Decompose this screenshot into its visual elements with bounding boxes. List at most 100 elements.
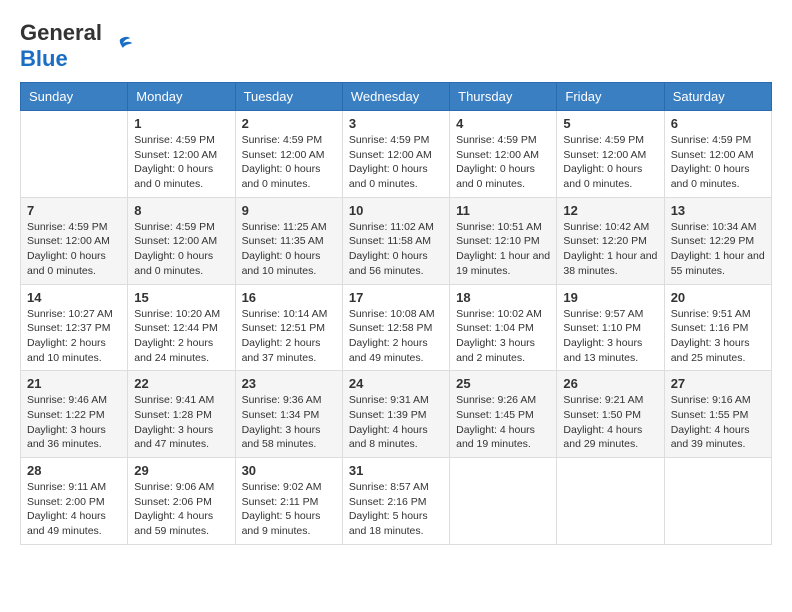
calendar-cell: 3Sunrise: 4:59 PM Sunset: 12:00 AM Dayli… bbox=[342, 111, 449, 198]
day-info: Sunrise: 10:20 AM Sunset: 12:44 PM Dayli… bbox=[134, 307, 228, 366]
calendar-cell: 11Sunrise: 10:51 AM Sunset: 12:10 PM Day… bbox=[450, 197, 557, 284]
calendar-cell: 12 Sunrise: 10:42 AM Sunset: 12:20 PM Day… bbox=[557, 197, 664, 284]
calendar-table: SundayMondayTuesdayWednesdayThursdayFrid… bbox=[20, 82, 772, 545]
calendar-cell bbox=[21, 111, 128, 198]
day-number: 1 bbox=[134, 116, 228, 131]
day-number: 23 bbox=[242, 376, 336, 391]
day-number: 4 bbox=[456, 116, 550, 131]
calendar-cell: 19 Sunrise: 9:57 AM Sunset: 1:10 PM Dayli… bbox=[557, 284, 664, 371]
day-number: 29 bbox=[134, 463, 228, 478]
calendar-cell: 23 Sunrise: 9:36 AM Sunset: 1:34 PM Dayli… bbox=[235, 371, 342, 458]
day-info: Sunrise: 11:25 AM Sunset: 11:35 AM Dayli… bbox=[242, 220, 336, 279]
day-of-week-friday: Friday bbox=[557, 83, 664, 111]
day-info: Sunrise: 9:06 AM Sunset: 2:06 PM Dayligh… bbox=[134, 480, 228, 539]
calendar-cell: 17Sunrise: 10:08 AM Sunset: 12:58 PM Day… bbox=[342, 284, 449, 371]
day-info: Sunrise: 9:41 AM Sunset: 1:28 PM Dayligh… bbox=[134, 393, 228, 452]
logo-bird-icon bbox=[106, 32, 134, 60]
day-number: 5 bbox=[563, 116, 657, 131]
calendar-cell: 24 Sunrise: 9:31 AM Sunset: 1:39 PM Dayli… bbox=[342, 371, 449, 458]
day-number: 18 bbox=[456, 290, 550, 305]
calendar-cell: 4 Sunrise: 4:59 PM Sunset: 12:00 AM Dayli… bbox=[450, 111, 557, 198]
logo-general: General bbox=[20, 20, 102, 45]
calendar-week-row: 1 Sunrise: 4:59 PM Sunset: 12:00 AM Dayli… bbox=[21, 111, 772, 198]
day-number: 25 bbox=[456, 376, 550, 391]
day-info: Sunrise: 10:02 AM Sunset: 1:04 PM Daylig… bbox=[456, 307, 550, 366]
calendar-cell: 26 Sunrise: 9:21 AM Sunset: 1:50 PM Dayli… bbox=[557, 371, 664, 458]
day-info: Sunrise: 9:36 AM Sunset: 1:34 PM Dayligh… bbox=[242, 393, 336, 452]
day-number: 26 bbox=[563, 376, 657, 391]
logo-text: General Blue bbox=[20, 20, 102, 72]
day-number: 13 bbox=[671, 203, 765, 218]
calendar-cell bbox=[557, 458, 664, 545]
day-info: Sunrise: 9:57 AM Sunset: 1:10 PM Dayligh… bbox=[563, 307, 657, 366]
day-number: 7 bbox=[27, 203, 121, 218]
calendar-cell: 30 Sunrise: 9:02 AM Sunset: 2:11 PM Dayli… bbox=[235, 458, 342, 545]
day-number: 31 bbox=[349, 463, 443, 478]
calendar-cell: 29 Sunrise: 9:06 AM Sunset: 2:06 PM Dayli… bbox=[128, 458, 235, 545]
day-number: 6 bbox=[671, 116, 765, 131]
day-info: Sunrise: 4:59 PM Sunset: 12:00 AM Daylig… bbox=[134, 133, 228, 192]
day-info: Sunrise: 4:59 PM Sunset: 12:00 AM Daylig… bbox=[134, 220, 228, 279]
calendar-cell: 31 Sunrise: 8:57 AM Sunset: 2:16 PM Dayli… bbox=[342, 458, 449, 545]
day-number: 15 bbox=[134, 290, 228, 305]
day-info: Sunrise: 10:14 AM Sunset: 12:51 PM Dayli… bbox=[242, 307, 336, 366]
day-info: Sunrise: 9:16 AM Sunset: 1:55 PM Dayligh… bbox=[671, 393, 765, 452]
calendar-cell: 14 Sunrise: 10:27 AM Sunset: 12:37 PM Day… bbox=[21, 284, 128, 371]
day-info: Sunrise: 9:02 AM Sunset: 2:11 PM Dayligh… bbox=[242, 480, 336, 539]
day-number: 14 bbox=[27, 290, 121, 305]
calendar-cell: 25 Sunrise: 9:26 AM Sunset: 1:45 PM Dayli… bbox=[450, 371, 557, 458]
calendar-cell: 27 Sunrise: 9:16 AM Sunset: 1:55 PM Dayli… bbox=[664, 371, 771, 458]
day-of-week-wednesday: Wednesday bbox=[342, 83, 449, 111]
calendar-week-row: 21 Sunrise: 9:46 AM Sunset: 1:22 PM Dayli… bbox=[21, 371, 772, 458]
day-number: 24 bbox=[349, 376, 443, 391]
day-info: Sunrise: 9:21 AM Sunset: 1:50 PM Dayligh… bbox=[563, 393, 657, 452]
day-info: Sunrise: 4:59 PM Sunset: 12:00 AM Daylig… bbox=[242, 133, 336, 192]
calendar-cell: 13 Sunrise: 10:34 AM Sunset: 12:29 PM Day… bbox=[664, 197, 771, 284]
calendar-cell bbox=[664, 458, 771, 545]
day-info: Sunrise: 8:57 AM Sunset: 2:16 PM Dayligh… bbox=[349, 480, 443, 539]
calendar-week-row: 14 Sunrise: 10:27 AM Sunset: 12:37 PM Day… bbox=[21, 284, 772, 371]
day-info: Sunrise: 4:59 PM Sunset: 12:00 AM Daylig… bbox=[349, 133, 443, 192]
day-info: Sunrise: 11:02 AM Sunset: 11:58 AM Dayli… bbox=[349, 220, 443, 279]
day-number: 17 bbox=[349, 290, 443, 305]
logo: General Blue bbox=[20, 20, 134, 72]
day-info: Sunrise: 4:59 PM Sunset: 12:00 AM Daylig… bbox=[456, 133, 550, 192]
day-number: 12 bbox=[563, 203, 657, 218]
day-number: 27 bbox=[671, 376, 765, 391]
day-info: Sunrise: 4:59 PM Sunset: 12:00 AM Daylig… bbox=[27, 220, 121, 279]
calendar-cell: 16Sunrise: 10:14 AM Sunset: 12:51 PM Day… bbox=[235, 284, 342, 371]
day-of-week-monday: Monday bbox=[128, 83, 235, 111]
day-info: Sunrise: 10:42 AM Sunset: 12:20 PM Dayli… bbox=[563, 220, 657, 279]
logo-blue: Blue bbox=[20, 46, 68, 71]
day-info: Sunrise: 9:31 AM Sunset: 1:39 PM Dayligh… bbox=[349, 393, 443, 452]
calendar-cell: 2 Sunrise: 4:59 PM Sunset: 12:00 AM Dayli… bbox=[235, 111, 342, 198]
day-of-week-saturday: Saturday bbox=[664, 83, 771, 111]
calendar-cell: 21 Sunrise: 9:46 AM Sunset: 1:22 PM Dayli… bbox=[21, 371, 128, 458]
day-number: 19 bbox=[563, 290, 657, 305]
day-info: Sunrise: 4:59 PM Sunset: 12:00 AM Daylig… bbox=[563, 133, 657, 192]
page-header: General Blue bbox=[20, 20, 772, 72]
day-info: Sunrise: 10:27 AM Sunset: 12:37 PM Dayli… bbox=[27, 307, 121, 366]
calendar-cell: 15 Sunrise: 10:20 AM Sunset: 12:44 PM Day… bbox=[128, 284, 235, 371]
day-number: 11 bbox=[456, 203, 550, 218]
calendar-cell: 7 Sunrise: 4:59 PM Sunset: 12:00 AM Dayli… bbox=[21, 197, 128, 284]
calendar-header-row: SundayMondayTuesdayWednesdayThursdayFrid… bbox=[21, 83, 772, 111]
day-info: Sunrise: 4:59 PM Sunset: 12:00 AM Daylig… bbox=[671, 133, 765, 192]
day-info: Sunrise: 9:51 AM Sunset: 1:16 PM Dayligh… bbox=[671, 307, 765, 366]
day-info: Sunrise: 10:34 AM Sunset: 12:29 PM Dayli… bbox=[671, 220, 765, 279]
calendar-cell: 5 Sunrise: 4:59 PM Sunset: 12:00 AM Dayli… bbox=[557, 111, 664, 198]
day-number: 30 bbox=[242, 463, 336, 478]
day-info: Sunrise: 9:26 AM Sunset: 1:45 PM Dayligh… bbox=[456, 393, 550, 452]
calendar-cell bbox=[450, 458, 557, 545]
day-number: 20 bbox=[671, 290, 765, 305]
day-of-week-sunday: Sunday bbox=[21, 83, 128, 111]
day-info: Sunrise: 9:46 AM Sunset: 1:22 PM Dayligh… bbox=[27, 393, 121, 452]
day-number: 2 bbox=[242, 116, 336, 131]
day-number: 9 bbox=[242, 203, 336, 218]
day-number: 8 bbox=[134, 203, 228, 218]
day-number: 21 bbox=[27, 376, 121, 391]
day-number: 28 bbox=[27, 463, 121, 478]
calendar-week-row: 7 Sunrise: 4:59 PM Sunset: 12:00 AM Dayli… bbox=[21, 197, 772, 284]
day-info: Sunrise: 9:11 AM Sunset: 2:00 PM Dayligh… bbox=[27, 480, 121, 539]
calendar-cell: 22Sunrise: 9:41 AM Sunset: 1:28 PM Dayli… bbox=[128, 371, 235, 458]
